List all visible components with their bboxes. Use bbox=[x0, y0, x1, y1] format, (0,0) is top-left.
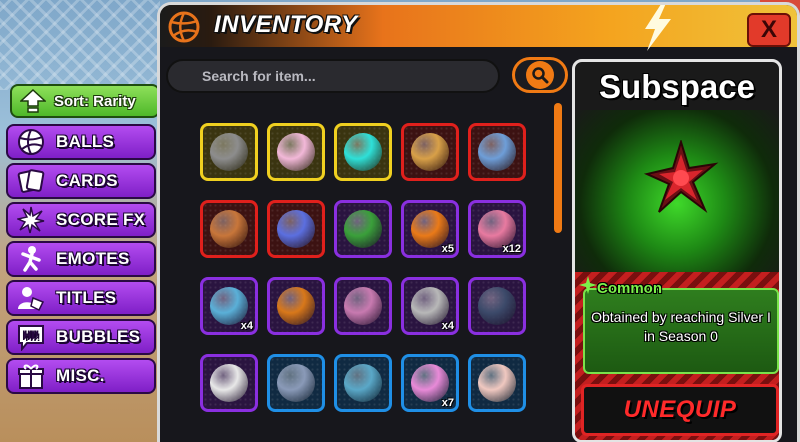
inventory-slot[interactable] bbox=[334, 277, 392, 335]
category-emotes[interactable]: EMOTES bbox=[6, 241, 156, 277]
item-ball-icon bbox=[478, 364, 516, 402]
item-quantity: x4 bbox=[441, 320, 454, 332]
inventory-slot[interactable] bbox=[267, 277, 325, 335]
category-label: CARDS bbox=[56, 171, 118, 190]
item-ball-icon bbox=[478, 287, 516, 325]
inventory-slot[interactable] bbox=[401, 123, 459, 181]
item-ball-icon bbox=[344, 287, 382, 325]
category-score-fx[interactable]: SCORE FX bbox=[6, 202, 156, 238]
item-quantity: x4 bbox=[240, 320, 253, 332]
search-input[interactable]: Search for item... bbox=[166, 59, 500, 93]
close-icon: X bbox=[760, 16, 777, 43]
sort-label: Sort: Rarity bbox=[54, 92, 136, 110]
category-balls[interactable]: BALLS bbox=[6, 124, 156, 160]
category-label: BUBBLES bbox=[56, 327, 141, 346]
volleyball-icon bbox=[16, 127, 46, 157]
item-detail-card: Subspace Common Obtained by reaching Sil… bbox=[572, 59, 782, 442]
inventory-slot[interactable]: x4 bbox=[401, 277, 459, 335]
search-icon bbox=[526, 61, 554, 89]
item-quantity: x7 bbox=[441, 397, 454, 409]
panel-header: INVENTORY X bbox=[160, 5, 797, 51]
inventory-slot[interactable] bbox=[200, 354, 258, 412]
inventory-slot[interactable]: x12 bbox=[468, 200, 526, 258]
close-button[interactable]: X bbox=[747, 13, 791, 47]
inventory-slot[interactable]: x4 bbox=[200, 277, 258, 335]
item-ball-icon bbox=[277, 287, 315, 325]
inventory-slot[interactable] bbox=[267, 354, 325, 412]
svg-text:HI!: HI! bbox=[23, 330, 39, 342]
volleyball-logo-icon bbox=[168, 11, 200, 43]
inventory-slot[interactable]: x7 bbox=[401, 354, 459, 412]
inventory-slot[interactable] bbox=[468, 277, 526, 335]
item-ball-icon bbox=[210, 210, 248, 248]
category-bubbles[interactable]: HI! BUBBLES bbox=[6, 319, 156, 355]
unequip-label: UNEQUIP bbox=[623, 396, 737, 423]
cards-icon bbox=[16, 166, 46, 196]
inventory-slot[interactable] bbox=[468, 354, 526, 412]
item-ball-icon bbox=[478, 133, 516, 171]
item-ball-icon bbox=[277, 210, 315, 248]
category-label: TITLES bbox=[56, 288, 117, 307]
item-ball-icon bbox=[344, 210, 382, 248]
dancer-icon bbox=[16, 244, 46, 274]
inventory-slot[interactable] bbox=[334, 123, 392, 181]
item-ball-icon bbox=[344, 133, 382, 171]
speech-bubble-icon: HI! bbox=[16, 322, 46, 352]
item-name: Subspace bbox=[599, 68, 755, 105]
category-misc[interactable]: MISC. bbox=[6, 358, 156, 394]
item-quantity: x12 bbox=[502, 243, 521, 255]
sort-button[interactable]: Sort: Rarity bbox=[10, 84, 160, 118]
lightning-bolt-icon bbox=[645, 5, 671, 51]
grid-scrollbar[interactable] bbox=[554, 103, 562, 233]
inventory-slot[interactable] bbox=[200, 200, 258, 258]
item-ball-icon bbox=[277, 364, 315, 402]
inventory-slot[interactable] bbox=[267, 123, 325, 181]
category-label: BALLS bbox=[56, 132, 115, 151]
item-ball-icon bbox=[210, 133, 248, 171]
category-label: EMOTES bbox=[56, 249, 130, 268]
item-ball-icon bbox=[277, 133, 315, 171]
unequip-button[interactable]: UNEQUIP bbox=[581, 384, 779, 436]
item-quantity: x5 bbox=[441, 243, 454, 255]
item-description: Obtained by reaching Silver I in Season … bbox=[591, 309, 771, 344]
inventory-slot[interactable] bbox=[267, 200, 325, 258]
item-ball-icon bbox=[411, 133, 449, 171]
category-label: MISC. bbox=[56, 366, 105, 385]
burst-icon bbox=[16, 205, 46, 235]
subspace-item-icon bbox=[643, 140, 719, 214]
inventory-panel: INVENTORY X Search for item... x5 x12 x4 x4… bbox=[157, 2, 800, 442]
panel-title: INVENTORY bbox=[214, 11, 358, 38]
inventory-slot[interactable] bbox=[200, 123, 258, 181]
person-tag-icon bbox=[16, 283, 46, 313]
category-cards[interactable]: CARDS bbox=[6, 163, 156, 199]
inventory-slot[interactable]: x5 bbox=[401, 200, 459, 258]
inventory-slot[interactable] bbox=[334, 200, 392, 258]
item-ball-icon bbox=[344, 364, 382, 402]
rarity-label: Common bbox=[597, 280, 662, 297]
search-button[interactable] bbox=[512, 57, 568, 93]
gift-icon bbox=[16, 361, 46, 391]
category-titles[interactable]: TITLES bbox=[6, 280, 156, 316]
background-net bbox=[0, 0, 160, 90]
item-ball-icon bbox=[210, 364, 248, 402]
category-label: SCORE FX bbox=[56, 210, 146, 229]
item-grid: x5 x12 x4 x4 x7 bbox=[200, 123, 550, 442]
sort-arrow-icon bbox=[20, 89, 46, 113]
inventory-slot[interactable] bbox=[334, 354, 392, 412]
inventory-slot[interactable] bbox=[468, 123, 526, 181]
sparkle-icon bbox=[579, 276, 597, 294]
